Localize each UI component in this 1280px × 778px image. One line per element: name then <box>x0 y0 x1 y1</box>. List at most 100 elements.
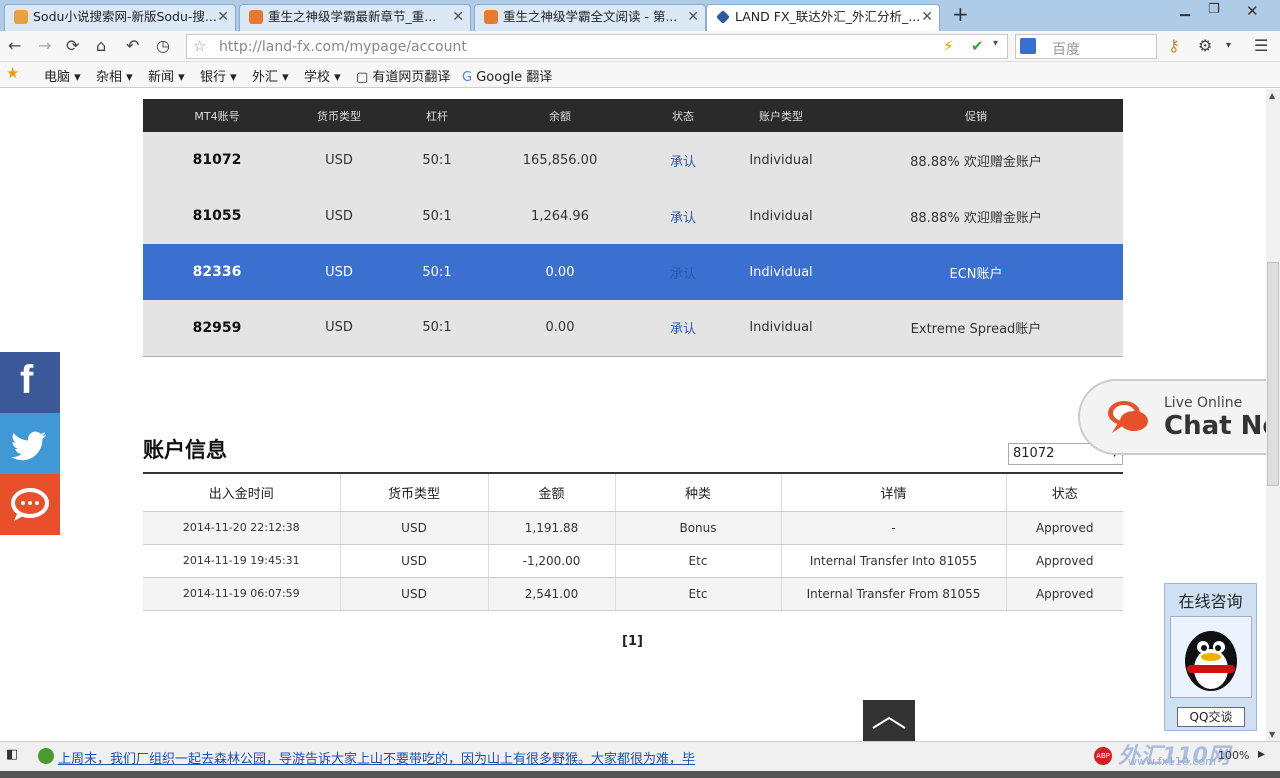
col-header: MT4账号 <box>143 99 291 132</box>
chat-share-button[interactable] <box>0 474 60 535</box>
key-icon[interactable]: ⚷ <box>1168 36 1180 56</box>
col-header: 种类 <box>615 472 782 512</box>
qq-chat-button[interactable]: QQ交谈 <box>1177 707 1245 727</box>
pagination[interactable]: [1] <box>622 634 643 649</box>
undo-icon[interactable]: ↶ <box>126 36 139 56</box>
bookmark-folder[interactable]: 电脑 ▾ <box>44 66 81 85</box>
close-tab-icon[interactable]: ✕ <box>921 5 933 29</box>
watermark-url: www.fx110.com <box>1128 755 1216 768</box>
address-bar[interactable]: ☆ http://land-fx.com/mypage/account ⚡ ✔ … <box>186 34 1008 59</box>
bookmark-youdao[interactable]: ▢ 有道网页翻译 <box>356 66 450 85</box>
close-tab-icon[interactable]: ✕ <box>452 5 464 29</box>
col-header: 状态 <box>633 99 733 132</box>
col-header: 金额 <box>488 472 616 512</box>
account-row[interactable]: 82959 USD 50:1 0.00 承认 Individual Extrem… <box>143 300 1123 357</box>
transactions-table: 出入金时间 货币类型 金额 种类 详情 状态 2014-11-20 22:12:… <box>143 472 1123 611</box>
tab-title: Sodu小说搜索网-新版Sodu-搜... <box>33 9 217 24</box>
col-header: 余额 <box>487 99 633 132</box>
account-row-selected[interactable]: 82336 USD 50:1 0.00 承认 Individual ECN账户 <box>143 244 1123 300</box>
amount-cell: -1,200.00 <box>488 544 616 578</box>
col-header: 状态 <box>1006 472 1123 512</box>
minimize-icon[interactable]: ▁ <box>1180 2 1190 17</box>
facebook-button[interactable]: f <box>0 352 60 413</box>
navigation-bar: ← → ⟳ ⌂ ↶ ◷ ☆ http://land-fx.com/mypage/… <box>0 31 1280 62</box>
tab-title: 重生之神级学霸全文阅读 - 第... <box>503 9 678 24</box>
account-type: Individual <box>733 300 829 357</box>
status-cell: Approved <box>1006 511 1123 545</box>
status-link[interactable]: 承认 <box>633 188 733 244</box>
refresh-icon[interactable]: ⟳ <box>66 36 79 56</box>
taskbar <box>0 771 1280 778</box>
account-row[interactable]: 81055 USD 50:1 1,264.96 承认 Individual 88… <box>143 188 1123 244</box>
balance: 0.00 <box>487 300 633 357</box>
new-tab-icon[interactable]: + <box>952 2 969 26</box>
bookmark-folder[interactable]: 学校 ▾ <box>304 66 341 85</box>
account-number[interactable]: 82959 <box>143 300 291 357</box>
sidebar-toggle-icon[interactable]: ◧ <box>6 747 18 762</box>
account-number[interactable]: 81055 <box>143 188 291 244</box>
history-icon[interactable]: ◷ <box>156 36 170 56</box>
qq-consult-widget[interactable]: 在线咨询 QQ交谈 <box>1164 583 1257 731</box>
scroll-up-icon[interactable]: ▲ <box>1269 91 1275 100</box>
twitter-icon <box>11 431 46 461</box>
menu-icon[interactable]: ☰ <box>1254 36 1268 56</box>
chat-line-1: Live Online <box>1164 395 1243 411</box>
tab-title: LAND FX_联达外汇_外汇分析_... <box>735 9 921 24</box>
tab-landfx[interactable]: LAND FX_联达外汇_外汇分析_... ✕ <box>706 4 940 31</box>
chat-bubble-icon <box>11 488 49 521</box>
restore-icon[interactable]: ❐ <box>1208 2 1220 17</box>
news-ticker-link[interactable]: 上周末，我们厂组织一起去森林公园，导游告诉大家上山不要带吃的，因为山上有很多野猴… <box>58 748 695 767</box>
kind-cell: Etc <box>615 544 782 578</box>
col-header: 账户类型 <box>733 99 829 132</box>
account-number[interactable]: 82336 <box>143 244 291 300</box>
close-tab-icon[interactable]: ✕ <box>217 5 229 29</box>
twitter-button[interactable] <box>0 413 60 474</box>
scroll-right-icon[interactable]: ▸ <box>1258 746 1265 762</box>
scrollbar-thumb[interactable] <box>1267 262 1279 486</box>
account-type: Individual <box>733 188 829 244</box>
pin-icon[interactable]: ✔ <box>971 37 984 55</box>
forward-icon[interactable]: → <box>38 36 51 56</box>
currency: USD <box>291 300 387 357</box>
account-row[interactable]: 81072 USD 50:1 165,856.00 承认 Individual … <box>143 132 1123 188</box>
bookmark-google-translate[interactable]: G Google 翻译 <box>462 66 552 85</box>
star-icon[interactable]: ☆ <box>193 37 206 55</box>
bookmark-folder[interactable]: 新闻 ▾ <box>148 66 185 85</box>
detail-cell: Internal Transfer From 81055 <box>781 577 1007 611</box>
kind-cell: Bonus <box>615 511 782 545</box>
leverage: 50:1 <box>387 300 487 357</box>
time-cell: 2014-11-19 06:07:59 <box>143 577 341 611</box>
back-icon[interactable]: ← <box>8 36 21 56</box>
qq-title: 在线咨询 <box>1178 592 1243 611</box>
favorites-star-icon[interactable]: ★ <box>6 64 19 82</box>
bookmark-folder[interactable]: 银行 ▾ <box>200 66 237 85</box>
tools-icon[interactable]: ⚙ <box>1198 36 1212 56</box>
status-link[interactable]: 承认 <box>633 132 733 188</box>
page-content: MT4账号 货币类型 杠杆 余额 状态 账户类型 促销 81072 USD 50… <box>0 89 1266 741</box>
live-chat-widget[interactable]: Live Online Chat No <box>1078 379 1266 455</box>
status-link[interactable]: 承认 <box>633 300 733 357</box>
tab-title: 重生之神级学霸最新章节_重... <box>268 9 437 24</box>
zoom-level[interactable]: 100% <box>1218 749 1249 762</box>
tab-novel-2[interactable]: 重生之神级学霸全文阅读 - 第... ✕ <box>474 4 706 31</box>
lightning-icon[interactable]: ⚡ <box>943 37 954 55</box>
tab-novel-1[interactable]: 重生之神级学霸最新章节_重... ✕ <box>239 4 471 31</box>
close-window-icon[interactable]: ✕ <box>1246 2 1259 20</box>
close-tab-icon[interactable]: ✕ <box>687 5 699 29</box>
back-to-top-button[interactable] <box>863 700 915 741</box>
scroll-down-icon[interactable]: ▼ <box>1269 730 1275 739</box>
adblock-icon[interactable]: ABP <box>1094 747 1112 765</box>
tab-sodu[interactable]: Sodu小说搜索网-新版Sodu-搜... ✕ <box>4 4 236 31</box>
search-box[interactable]: 百度 <box>1015 34 1157 59</box>
home-icon[interactable]: ⌂ <box>96 36 106 56</box>
table-row: 2014-11-20 22:12:38 USD 1,191.88 Bonus -… <box>143 511 1123 545</box>
accounts-table: MT4账号 货币类型 杠杆 余额 状态 账户类型 促销 81072 USD 50… <box>143 99 1123 357</box>
account-info-title: 账户信息 <box>143 438 227 462</box>
bookmark-folder[interactable]: 杂相 ▾ <box>96 66 133 85</box>
dropdown-icon[interactable]: ▾ <box>993 38 998 49</box>
dropdown-icon[interactable]: ▾ <box>1226 36 1231 56</box>
status-link[interactable]: 承认 <box>633 244 733 300</box>
account-number[interactable]: 81072 <box>143 132 291 188</box>
bookmark-folder[interactable]: 外汇 ▾ <box>252 66 289 85</box>
leverage: 50:1 <box>387 132 487 188</box>
